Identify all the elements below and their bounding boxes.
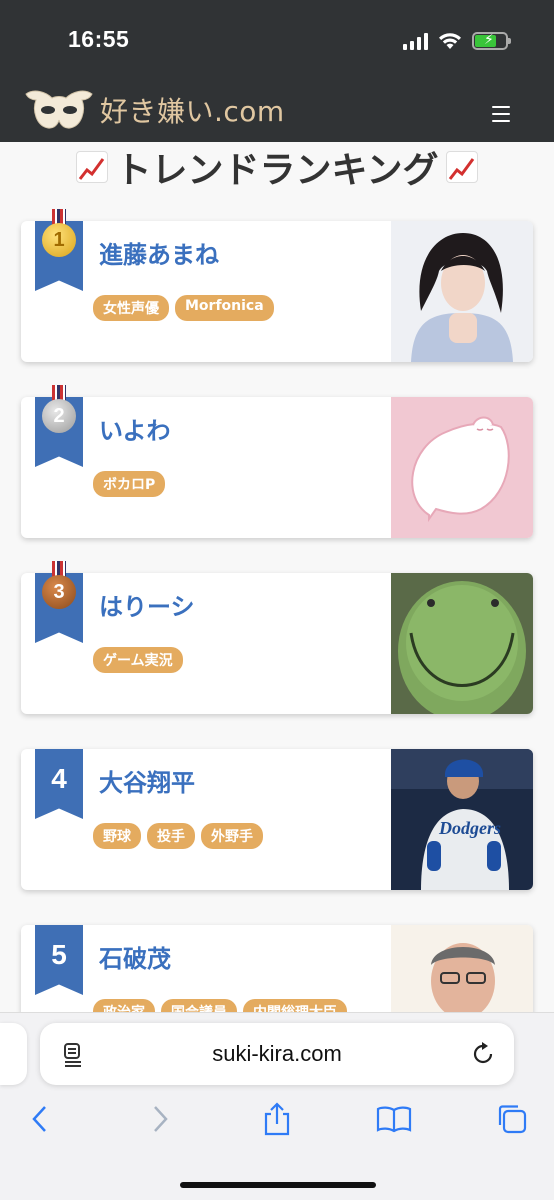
person-name[interactable]: いよわ	[99, 411, 171, 446]
tag[interactable]: 女性声優	[93, 295, 169, 321]
person-name[interactable]: 大谷翔平	[99, 763, 195, 798]
person-name[interactable]: 石破茂	[99, 939, 171, 974]
logo-text: 好き嫌い.com	[100, 95, 285, 128]
chart-increasing-icon	[75, 151, 108, 183]
ranking-card[interactable]: 2 いよわ ボカロP	[21, 385, 533, 538]
signal-icon	[403, 32, 428, 50]
back-icon[interactable]	[20, 1097, 60, 1141]
person-photo[interactable]	[391, 221, 533, 362]
person-photo[interactable]: Dodgers	[391, 749, 533, 890]
person-photo[interactable]	[391, 573, 533, 714]
page-title-text: トレンドランキング	[115, 150, 439, 191]
gold-medal-icon: 1	[39, 209, 79, 269]
wifi-icon	[439, 33, 461, 49]
status-icons: ⚡	[403, 28, 511, 54]
tag[interactable]: 外野手	[201, 823, 263, 849]
previous-tab-preview[interactable]	[0, 1023, 27, 1085]
browser-nav-row	[0, 1097, 554, 1141]
person-photo[interactable]	[391, 397, 533, 538]
share-icon[interactable]	[257, 1097, 297, 1141]
status-time: 16:55	[68, 26, 130, 52]
ranking-card-body: 4 大谷翔平 野球 投手 外野手	[21, 749, 391, 890]
svg-text:Dodgers: Dodgers	[438, 818, 501, 838]
bookmarks-icon[interactable]	[374, 1097, 414, 1141]
ranking-card-body: 2 いよわ ボカロP	[21, 385, 391, 538]
ranking-card[interactable]: 1 進藤あまね 女性声優 Morfonica	[21, 209, 533, 362]
tag[interactable]: 野球	[93, 823, 141, 849]
site-logo[interactable]: 好き嫌い.com	[24, 86, 285, 134]
tag[interactable]: 投手	[147, 823, 195, 849]
ranking-card-body: 3 はりーシ ゲーム実況	[21, 561, 391, 714]
person-name[interactable]: 進藤あまね	[99, 235, 219, 270]
ranking-card[interactable]: 3 はりーシ ゲーム実況	[21, 561, 533, 714]
tag-list: ゲーム実況	[93, 647, 183, 673]
forward-icon[interactable]	[140, 1097, 180, 1141]
home-indicator	[180, 1182, 376, 1188]
mask-logo-icon	[25, 90, 93, 129]
tag[interactable]: ゲーム実況	[93, 647, 183, 673]
ranking-card-body: 1 進藤あまね 女性声優 Morfonica	[21, 209, 391, 362]
url-text: suki-kira.com	[212, 1041, 342, 1066]
bronze-medal-icon: 3	[39, 561, 79, 621]
tag-list: 女性声優 Morfonica	[93, 295, 274, 321]
ranking-card[interactable]: 4 大谷翔平 野球 投手 外野手 Dodgers	[21, 749, 533, 890]
page-title: トレンドランキング	[0, 142, 554, 192]
chart-increasing-icon	[446, 151, 479, 183]
reload-icon[interactable]	[470, 1041, 496, 1067]
hamburger-menu-icon[interactable]	[492, 106, 510, 122]
battery-charging-icon: ⚡	[472, 32, 511, 50]
site-header: 16:55 ⚡ 好き嫌い.com	[0, 0, 554, 142]
browser-toolbar: suki-kira.com	[0, 1012, 554, 1200]
address-bar[interactable]: suki-kira.com	[40, 1023, 514, 1085]
tag[interactable]: ボカロP	[93, 471, 166, 497]
tag-list: 野球 投手 外野手	[93, 823, 263, 849]
tag-list: ボカロP	[93, 471, 166, 497]
tabs-icon[interactable]	[492, 1097, 532, 1141]
rank-number: 4	[51, 763, 67, 794]
person-name[interactable]: はりーシ	[99, 587, 195, 622]
rank-number: 5	[51, 939, 67, 970]
silver-medal-icon: 2	[39, 385, 79, 445]
tag[interactable]: Morfonica	[175, 295, 274, 321]
